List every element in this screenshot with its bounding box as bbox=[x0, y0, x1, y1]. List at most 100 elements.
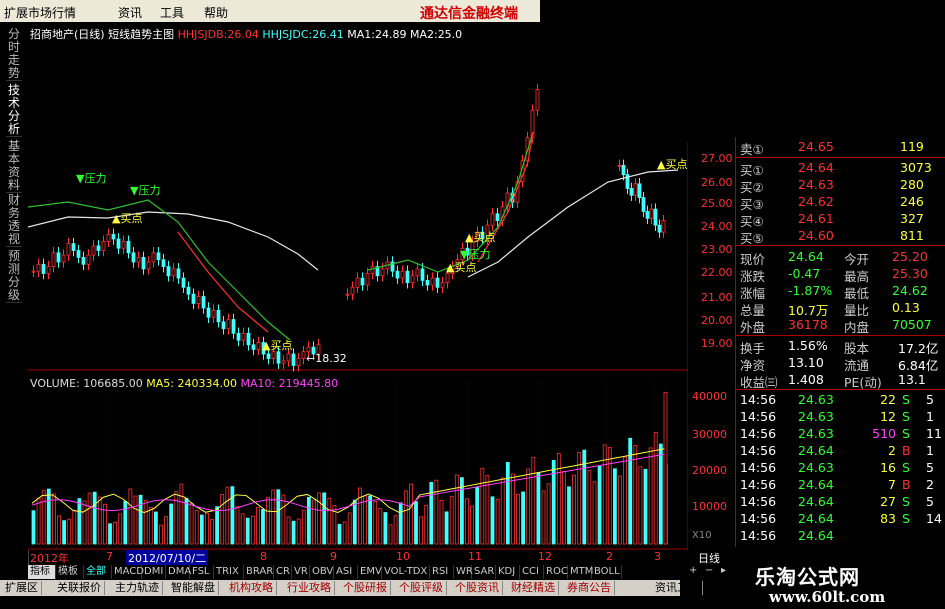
tab-timeshare[interactable]: 分时走势 bbox=[6, 28, 22, 81]
watermark-url: www.60lt.com bbox=[769, 588, 886, 606]
indicator-tab[interactable]: KDJ bbox=[496, 565, 520, 579]
tick-volume: 7 bbox=[888, 477, 896, 492]
volume-bar bbox=[368, 495, 373, 545]
candle-body bbox=[126, 240, 131, 254]
volume-bar bbox=[597, 465, 602, 545]
indicator-tab[interactable]: BRAR bbox=[244, 565, 274, 579]
tab-basic-info[interactable]: 基本资料 bbox=[6, 140, 22, 193]
tab-technical-analysis[interactable]: 技术分析 bbox=[6, 84, 22, 137]
bottom-tab[interactable]: 个股研报 bbox=[340, 581, 391, 595]
stat-row: 现价 24.64 今开 25.20 bbox=[740, 249, 940, 267]
indicator-tab[interactable]: CR bbox=[274, 565, 292, 579]
indicator-tab[interactable]: VOL-TDX bbox=[382, 565, 430, 579]
bottom-tab[interactable]: 机构攻略 bbox=[226, 581, 277, 595]
stat-value: 25.30 bbox=[892, 266, 928, 281]
candle-body bbox=[286, 353, 291, 362]
indicator-tab[interactable]: MACD bbox=[112, 565, 144, 579]
indicator-tab[interactable]: BOLL bbox=[592, 565, 622, 579]
indicator-tab[interactable]: OBV bbox=[310, 565, 334, 579]
candle-body bbox=[231, 319, 236, 334]
indicator-tab[interactable]: CCI bbox=[520, 565, 544, 579]
stat-label: 内盘 bbox=[844, 320, 870, 335]
volume-bar bbox=[495, 498, 500, 545]
volume-bar bbox=[255, 507, 260, 545]
bottom-tab[interactable]: 扩展区 bbox=[2, 581, 42, 595]
scroll-right-button[interactable]: ▸ bbox=[721, 565, 726, 576]
main-indicator-name: 短线趋势主图 bbox=[108, 28, 175, 41]
volume-bar bbox=[138, 494, 143, 545]
candle-body bbox=[91, 245, 96, 256]
candle-body bbox=[420, 268, 425, 281]
kline-chart[interactable] bbox=[28, 22, 688, 550]
candle-body bbox=[211, 309, 216, 318]
indicator-tab[interactable]: EMV bbox=[358, 565, 382, 579]
indicator-tab[interactable]: FSL bbox=[190, 565, 214, 579]
volume-bar bbox=[444, 511, 449, 545]
divider bbox=[736, 335, 945, 336]
volume-bar bbox=[128, 488, 133, 545]
menu-bar: 扩展市场行情 资讯 工具 帮助 通达信金融终端 bbox=[0, 0, 540, 23]
indicator-tab[interactable]: ROC bbox=[544, 565, 568, 579]
bottom-tab[interactable]: 资讯工场 bbox=[652, 581, 703, 595]
tick-time: 14:56 bbox=[740, 494, 777, 509]
bottom-tab[interactable]: 关联报价 bbox=[54, 581, 105, 595]
indicator-tab[interactable]: MTM bbox=[568, 565, 593, 579]
volume-header: VOLUME: 106685.00 MA5: 240334.00 MA10: 2… bbox=[30, 377, 338, 390]
bottom-tab[interactable]: 券商公告 bbox=[564, 581, 615, 595]
tick-row: 14:56 24.64 83 S 14 bbox=[740, 511, 942, 528]
volume-bar bbox=[546, 483, 551, 545]
stat-row: 净资 13.10 流通 6.84亿 bbox=[740, 355, 940, 373]
quote-panel: 卖① 24.65 119 买① 24.64 3073 买② 24.63 280 买③ 24.6… bbox=[735, 137, 945, 547]
volume-bar bbox=[393, 515, 398, 545]
volume-bar bbox=[118, 513, 123, 545]
bottom-tab[interactable]: 个股资讯 bbox=[452, 581, 503, 595]
buy-marker: ▲买点 bbox=[465, 231, 496, 244]
tick-price: 24.64 bbox=[798, 528, 834, 543]
tick-price: 24.63 bbox=[798, 392, 834, 407]
menu-item-help[interactable]: 帮助 bbox=[204, 4, 228, 21]
candle-body bbox=[440, 282, 445, 288]
stat-row: 收益㈢ 1.408 PE(动) 13.1 bbox=[740, 372, 940, 390]
stat-row: 涨跌 -0.47 最高 25.30 bbox=[740, 266, 940, 284]
menu-item-news[interactable]: 资讯 bbox=[118, 4, 142, 21]
price-tick: 24.00 bbox=[701, 220, 733, 233]
indicator-tab[interactable]: VR bbox=[292, 565, 310, 579]
menu-item-ext-market[interactable]: 扩展市场行情 bbox=[4, 4, 76, 21]
indicator-tab[interactable]: WR bbox=[454, 565, 473, 579]
volume-bar bbox=[276, 489, 281, 545]
volume-bar bbox=[658, 443, 663, 545]
tick-time: 14:56 bbox=[740, 426, 777, 441]
indicator-tab[interactable]: TRIX bbox=[214, 565, 244, 579]
bottom-tab[interactable]: 主力轨迹 bbox=[112, 581, 163, 595]
buy-level-row: 买③ 24.62 246 bbox=[740, 194, 940, 212]
indicator-tab[interactable]: ASI bbox=[334, 565, 358, 579]
volume-bar bbox=[342, 521, 347, 545]
zoom-in-button[interactable]: + bbox=[689, 565, 697, 576]
bottom-tab[interactable]: 个股评级 bbox=[396, 581, 447, 595]
indicator-tab[interactable]: 模板 bbox=[56, 565, 84, 579]
candle-body bbox=[365, 273, 370, 286]
candle-body bbox=[657, 224, 662, 233]
tab-finance[interactable]: 财务透视 bbox=[6, 194, 22, 247]
candle-body bbox=[637, 183, 642, 199]
volume-bar bbox=[322, 492, 327, 545]
buy-price: 24.64 bbox=[798, 160, 834, 175]
volume-bar bbox=[490, 496, 495, 545]
buy-marker: ▲买点 bbox=[657, 158, 688, 171]
indicator-tab[interactable]: DMA bbox=[166, 565, 191, 579]
price-tick: 22.00 bbox=[701, 266, 733, 279]
indicator-tab[interactable]: RSI bbox=[430, 565, 454, 579]
indicator-tab[interactable]: SAR bbox=[472, 565, 496, 579]
indicator-tab[interactable]: DMI bbox=[142, 565, 166, 579]
bottom-tab[interactable]: 行业攻略 bbox=[284, 581, 335, 595]
bottom-tab[interactable]: 智能解盘 bbox=[168, 581, 219, 595]
indicator-tab[interactable]: 全部 bbox=[84, 565, 112, 579]
menu-item-tools[interactable]: 工具 bbox=[160, 4, 184, 21]
zoom-out-button[interactable]: − bbox=[705, 565, 713, 576]
sell-price: 24.65 bbox=[798, 139, 834, 154]
candle-body bbox=[350, 286, 355, 295]
bottom-tab[interactable]: 财经精选 bbox=[508, 581, 559, 595]
volume-bar bbox=[82, 500, 87, 545]
indicator-tab[interactable]: 指标 bbox=[28, 565, 56, 579]
tab-forecast[interactable]: 预测分级 bbox=[6, 250, 22, 303]
